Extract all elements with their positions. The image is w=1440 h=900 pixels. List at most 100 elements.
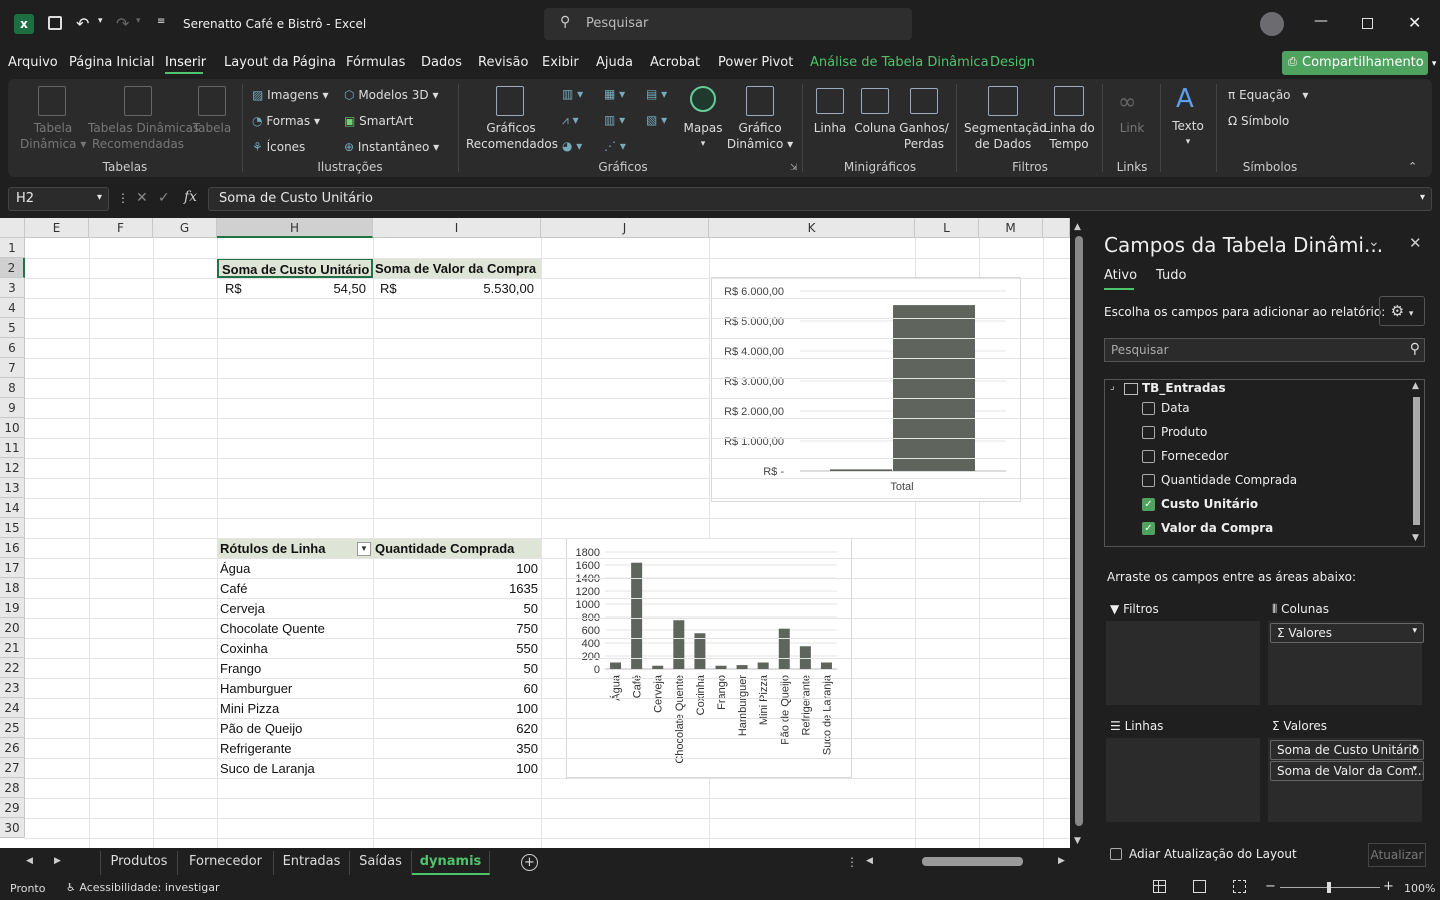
sheet-tab-saidas[interactable]: Saídas: [350, 851, 412, 875]
table-button[interactable]: Tabela: [190, 120, 234, 136]
update-button[interactable]: Atualizar: [1368, 843, 1426, 867]
row-header-13[interactable]: 13: [0, 478, 25, 498]
row-header-11[interactable]: 11: [0, 438, 25, 458]
pivot2-row-value[interactable]: 620: [440, 719, 538, 739]
row-header-12[interactable]: 12: [0, 458, 25, 478]
smartart-button[interactable]: ▣ SmartArt: [344, 113, 413, 129]
sheet-tab-entradas[interactable]: Entradas: [274, 851, 350, 875]
worksheet-grid[interactable]: E F G H I J K L M Soma de Custo Unitário…: [0, 218, 1070, 848]
pivot2-row-label[interactable]: Cerveja: [220, 599, 265, 619]
values-pill-valor[interactable]: Soma de Valor da Com... ▾: [1270, 761, 1424, 781]
pivot-value-custo[interactable]: 54,50: [300, 279, 366, 299]
text-button[interactable]: Texto ▾: [1168, 118, 1208, 150]
row-header-22[interactable]: 22: [0, 658, 25, 678]
scroll-down-icon[interactable]: ▼: [1412, 533, 1419, 543]
sparkline-winloss-button[interactable]: Ganhos/ Perdas: [898, 120, 950, 152]
page-break-view-icon[interactable]: [1233, 880, 1246, 893]
pivot-chart-button[interactable]: Gráfico Dinâmico ▾: [726, 120, 794, 152]
menu-revisao[interactable]: Revisão: [478, 55, 528, 70]
minimize-icon[interactable]: —: [1314, 13, 1328, 29]
shapes-button[interactable]: ◔ Formas ▾: [252, 113, 320, 129]
sheet-tab-dynamis[interactable]: dynamis: [412, 851, 490, 875]
rows-area[interactable]: [1106, 738, 1260, 822]
field-checkbox[interactable]: [1142, 426, 1155, 439]
pivot-value-valor[interactable]: 5.530,00: [450, 279, 534, 299]
pivot2-row-label[interactable]: Suco de Laranja: [220, 759, 315, 779]
chart-total[interactable]: R$ 6.000,00 R$ 5.000,00 R$ 4.000,00 R$ 3.00…: [711, 277, 1021, 502]
confirm-formula-icon[interactable]: ✓: [158, 190, 170, 206]
redo-icon[interactable]: ↷: [116, 14, 129, 33]
tab-split-handle[interactable]: ⋮: [846, 855, 858, 869]
field-search-input[interactable]: Pesquisar ⚲: [1104, 338, 1425, 362]
pivot2-row-value[interactable]: 550: [440, 639, 538, 659]
customize-toolbar-icon[interactable]: ≡: [157, 16, 165, 27]
row-header-24[interactable]: 24: [0, 698, 25, 718]
scroll-thumb[interactable]: [1075, 236, 1083, 826]
expand-formula-icon[interactable]: ▾: [1420, 192, 1425, 203]
pivot2-row-value[interactable]: 60: [440, 679, 538, 699]
dialog-launcher-icon[interactable]: ⇲: [790, 163, 798, 173]
search-box[interactable]: ⚲ Pesquisar: [544, 8, 912, 40]
column-header-f[interactable]: F: [89, 218, 153, 238]
column-header-h[interactable]: H: [217, 218, 373, 238]
row-header-29[interactable]: 29: [0, 798, 25, 818]
column-header-k[interactable]: K: [709, 218, 915, 238]
restore-icon[interactable]: [1362, 18, 1373, 29]
accessibility-status[interactable]: ♿ Acessibilidade: investigar: [66, 881, 220, 894]
menu-formulas[interactable]: Fórmulas: [346, 55, 405, 70]
row-header-5[interactable]: 5: [0, 318, 25, 338]
icons-button[interactable]: ⚘ Ícones: [252, 139, 305, 155]
menu-design[interactable]: Design: [990, 55, 1035, 70]
row-header-16[interactable]: 16: [0, 538, 25, 558]
row-header-7[interactable]: 7: [0, 358, 25, 378]
save-icon[interactable]: [48, 16, 62, 30]
pivot2-row-value[interactable]: 100: [440, 699, 538, 719]
add-sheet-icon[interactable]: +: [521, 854, 538, 871]
pivot2-row-value[interactable]: 750: [440, 619, 538, 639]
menu-inserir[interactable]: Inserir: [165, 55, 206, 70]
field-label[interactable]: Fornecedor: [1161, 449, 1228, 463]
pivot2-row-value[interactable]: 100: [440, 759, 538, 779]
link-button[interactable]: Link: [1112, 120, 1152, 136]
page-layout-view-icon[interactable]: [1193, 880, 1206, 893]
row-header-3[interactable]: 3: [0, 278, 25, 298]
field-label[interactable]: Valor da Compra: [1161, 521, 1273, 535]
row-header-14[interactable]: 14: [0, 498, 25, 518]
row-header-6[interactable]: 6: [0, 338, 25, 358]
3d-models-button[interactable]: ⬡ Modelos 3D ▾: [344, 87, 438, 103]
images-button[interactable]: ▨ Imagens ▾: [252, 87, 328, 103]
sheet-tab-fornecedor[interactable]: Fornecedor: [178, 851, 274, 875]
pivot2-row-label[interactable]: Chocolate Quente: [220, 619, 325, 639]
row-header-17[interactable]: 17: [0, 558, 25, 578]
field-checkbox[interactable]: [1142, 474, 1155, 487]
field-label[interactable]: Quantidade Comprada: [1161, 473, 1297, 487]
screenshot-button[interactable]: ⊕ Instantâneo ▾: [344, 139, 439, 155]
field-list-scrollbar[interactable]: ▲ ▼: [1411, 381, 1423, 545]
column-chart-icon[interactable]: ▥ ▾: [562, 86, 583, 102]
row-header-1[interactable]: 1: [0, 238, 25, 258]
select-all-corner[interactable]: [0, 218, 25, 238]
column-header-m[interactable]: M: [979, 218, 1043, 238]
waterfall-chart-icon[interactable]: ▤ ▾: [646, 86, 667, 102]
menu-power-pivot[interactable]: Power Pivot: [718, 55, 793, 70]
horizontal-scroll-thumb[interactable]: [922, 857, 1023, 866]
prev-sheet-icon[interactable]: ◀: [26, 856, 33, 866]
pivot2-row-value[interactable]: 50: [440, 599, 538, 619]
pivot2-row-label[interactable]: Água: [220, 559, 250, 579]
zoom-out-icon[interactable]: −: [1265, 879, 1276, 894]
filter-dropdown-icon[interactable]: ▼: [357, 542, 371, 556]
recommended-charts-button[interactable]: Gráficos Recomendados: [466, 120, 558, 152]
redo-dropdown-icon[interactable]: ▾: [136, 16, 141, 26]
pivot2-row-label[interactable]: Café: [220, 579, 247, 599]
pivot2-header-quantidade[interactable]: Quantidade Comprada: [373, 539, 541, 559]
insert-function-icon[interactable]: fx: [184, 189, 197, 205]
menu-analise-tabela-dinamica[interactable]: Análise de Tabela Dinâmica: [810, 55, 989, 70]
pivot2-row-label[interactable]: Pão de Queijo: [220, 719, 302, 739]
close-icon[interactable]: ✕: [1408, 13, 1421, 32]
field-checkbox[interactable]: ✓: [1142, 522, 1155, 535]
row-header-8[interactable]: 8: [0, 378, 25, 398]
panel-settings-button[interactable]: ⚙ ▾: [1379, 296, 1425, 326]
vertical-scrollbar[interactable]: ▲ ▼: [1072, 222, 1086, 848]
panel-options-icon[interactable]: ⌄: [1368, 234, 1380, 250]
menu-exibir[interactable]: Exibir: [542, 55, 579, 70]
